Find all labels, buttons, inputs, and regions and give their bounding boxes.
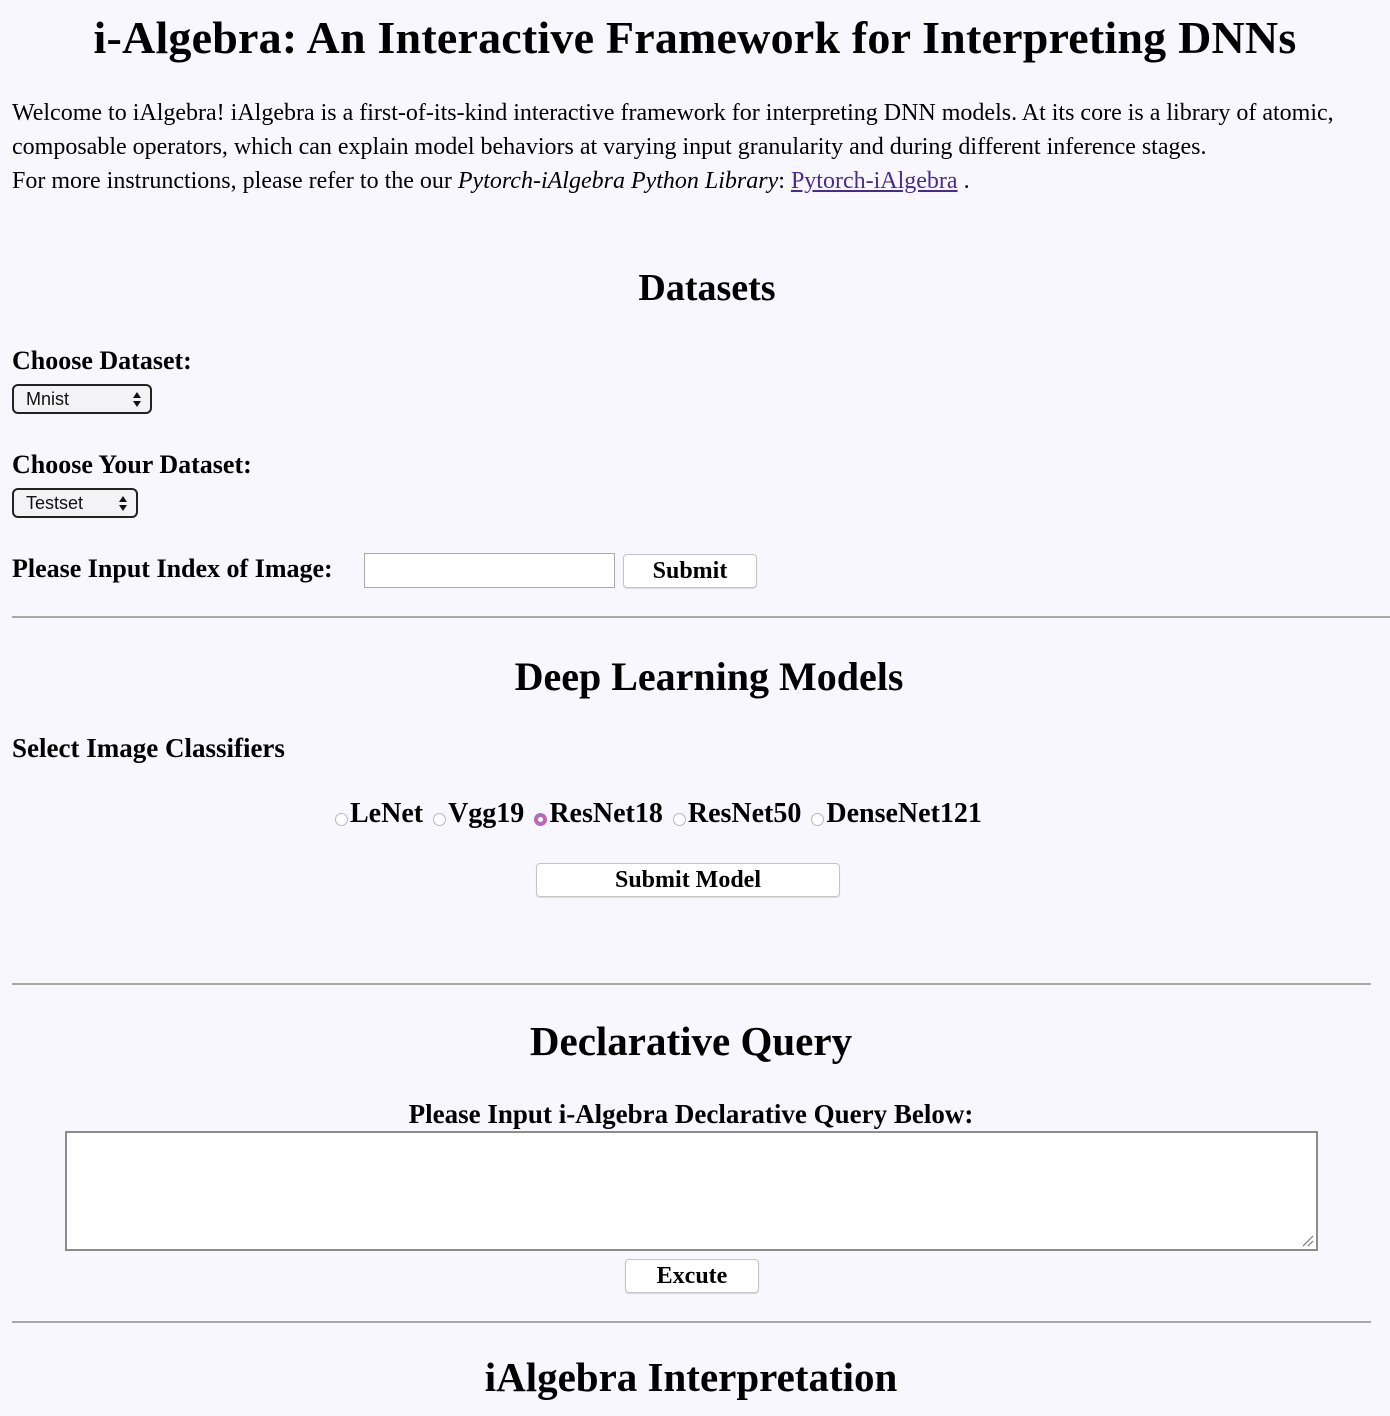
split-select-value: Testset [26,493,84,513]
intro-colon: : [778,168,791,194]
choose-dataset-label: Choose Dataset: [12,346,192,375]
radio-label: LeNet [350,798,424,829]
divider [12,983,1371,985]
resize-grip-icon[interactable] [1302,1235,1314,1247]
radio-lenet[interactable]: LeNet [335,798,423,830]
radio-button[interactable] [335,813,348,826]
page-title: i-Algebra: An Interactive Framework for … [93,12,1297,63]
radio-resnet18[interactable]: ResNet18 [534,798,663,830]
interpretation-heading: iAlgebra Interpretation [484,1354,898,1400]
intro-text: Welcome to iAlgebra! iAlgebra is a first… [12,96,1372,198]
query-label: Please Input i-Algebra Declarative Query… [408,1099,974,1129]
pytorch-ialgebra-link[interactable]: Pytorch-iAlgebra [791,168,958,194]
page: i-Algebra: An Interactive Framework for … [0,0,1390,1416]
submit-button[interactable]: Submit [623,554,757,588]
radio-label: ResNet50 [687,798,802,829]
radio-button[interactable] [811,813,825,826]
intro-suffix: . [957,168,970,194]
radio-label: ResNet18 [549,798,663,829]
image-index-label: Please Input Index of Image: [12,554,333,583]
datasets-heading: Datasets [638,267,776,309]
image-index-input[interactable] [364,553,615,588]
execute-button[interactable]: Excute [625,1259,759,1293]
select-arrows-icon [133,389,141,409]
query-heading: Declarative Query [529,1018,853,1064]
intro-paragraph: Welcome to iAlgebra! iAlgebra is a first… [12,100,1334,160]
models-heading: Deep Learning Models [514,654,904,699]
radio-button[interactable] [433,813,447,826]
select-arrows-icon [119,493,127,513]
dataset-select[interactable]: Mnist [12,384,152,414]
radio-button-checked[interactable] [534,813,548,826]
split-select[interactable]: Testset [12,488,138,518]
radio-densenet121[interactable]: DenseNet121 [811,798,982,830]
select-classifiers-label: Select Image Classifiers [12,733,285,763]
radio-resnet50[interactable]: ResNet50 [672,798,802,830]
query-textarea[interactable] [65,1131,1318,1251]
radio-label: DenseNet121 [826,798,982,829]
divider [12,1321,1371,1323]
intro-more-prefix: For more instrunctions, please refer to … [12,168,458,194]
intro-library-name: Pytorch-iAlgebra Python Library [457,168,779,194]
model-radio-group: LeNet Vgg19 ResNet18 ResNet50 DenseNet12… [335,794,992,830]
divider [12,616,1390,618]
submit-model-button[interactable]: Submit Model [536,863,840,897]
radio-label: Vgg19 [448,798,525,829]
radio-vgg19[interactable]: Vgg19 [433,798,524,830]
choose-your-dataset-label: Choose Your Dataset: [12,450,252,479]
dataset-select-value: Mnist [26,389,70,409]
radio-button[interactable] [672,813,686,826]
